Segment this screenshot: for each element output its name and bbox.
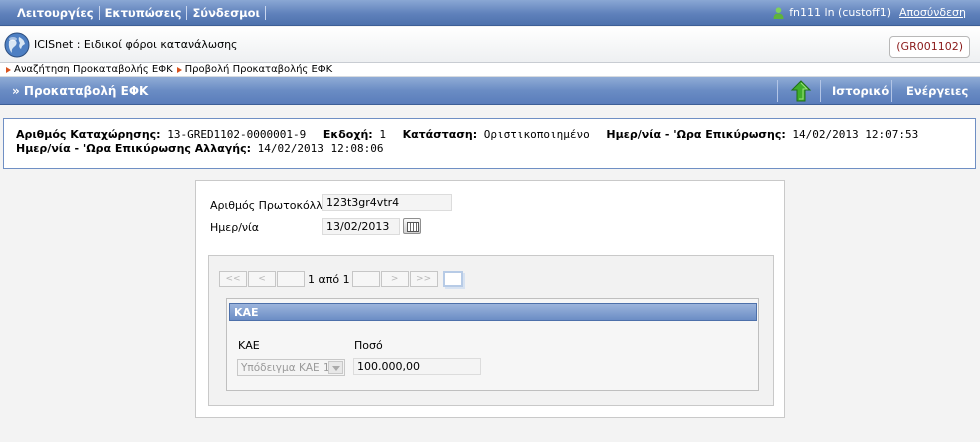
up-arrow-icon[interactable] xyxy=(790,80,812,102)
breadcrumb-search-label: Αναζήτηση Προκαταβολής ΕΦΚ xyxy=(14,64,173,75)
kae-group: ΚΑΕ ΚΑΕ Ποσό Υπόδειγμα ΚΑΕ 1 100.000,00 xyxy=(226,298,759,391)
date-label: Ημερ/νία xyxy=(210,221,260,234)
reg-number-value: 13-GRED1102-0000001-9 xyxy=(167,128,307,141)
page-title: » Προκαταβολή ΕΦΚ xyxy=(12,84,149,98)
toolbar-divider xyxy=(777,80,778,102)
table-view-icon[interactable] xyxy=(442,271,463,287)
user-name: fn111 ln (custoff1) xyxy=(789,6,892,19)
status-value: Οριστικοποιημένο xyxy=(483,128,590,141)
breadcrumb: Αναζήτηση Προκαταβολής ΕΦΚ Προβολή Προκα… xyxy=(0,63,980,77)
kae-select-value: Υπόδειγμα ΚΑΕ 1 xyxy=(241,362,330,374)
page-info: 1 από 1 xyxy=(308,272,350,286)
change-date-value: 14/02/2013 12:08:06 xyxy=(257,142,384,155)
amount-field[interactable]: 100.000,00 xyxy=(353,358,481,375)
kae-column-label: ΚΑΕ xyxy=(238,339,260,352)
first-page-button[interactable]: << xyxy=(219,271,247,287)
breadcrumb-view-label: Προβολή Προκαταβολής ΕΦΚ xyxy=(184,64,333,75)
protocol-number-field[interactable]: 123t3gr4vtr4 xyxy=(322,194,452,211)
calendar-icon[interactable] xyxy=(403,218,421,234)
breadcrumb-arrow-icon xyxy=(176,66,182,73)
breadcrumb-arrow-icon xyxy=(6,66,11,73)
prev-page-button[interactable]: < xyxy=(248,271,276,287)
validation-date-label: Ημερ/νία - 'Ωρα Επικύρωσης: xyxy=(606,128,786,141)
main-form-panel: Αριθμός Πρωτοκόλλου 123t3gr4vtr4 Ημερ/νί… xyxy=(195,180,785,418)
page-input[interactable] xyxy=(277,271,305,287)
kae-section: << < 1 από 1 > >> ΚΑΕ ΚΑΕ Ποσό Υπόδειγμα… xyxy=(208,255,774,406)
menu-operations[interactable]: Λειτουργίες xyxy=(12,6,100,20)
office-code-badge: (GR001102) xyxy=(889,36,970,58)
validation-date-value: 14/02/2013 12:07:53 xyxy=(792,128,919,141)
status-label: Κατάσταση: xyxy=(402,128,478,141)
version-value: 1 xyxy=(379,128,386,141)
menu-links[interactable]: Σύνδεσμοι xyxy=(187,6,267,20)
breadcrumb-search[interactable]: Αναζήτηση Προκαταβολής ΕΦΚ xyxy=(6,64,173,75)
pager: << < 1 από 1 > >> xyxy=(219,271,463,287)
toolbar-divider xyxy=(820,80,821,102)
info-line-2: Ημερ/νία - 'Ωρα Επικύρωσης Αλλαγής: 14/0… xyxy=(16,142,963,156)
user-icon xyxy=(773,6,784,19)
kae-header: ΚΑΕ xyxy=(229,303,757,321)
breadcrumb-view[interactable]: Προβολή Προκαταβολής ΕΦΚ xyxy=(176,64,333,75)
history-button[interactable]: Ιστορικό xyxy=(832,84,889,98)
amount-column-label: Ποσό xyxy=(354,339,383,352)
logout-link[interactable]: Αποσύνδεση xyxy=(899,6,966,19)
protocol-number-label: Αριθμός Πρωτοκόλλου xyxy=(210,199,336,212)
next-page-button[interactable]: > xyxy=(380,271,409,287)
page-count-box xyxy=(351,271,380,287)
date-field[interactable]: 13/02/2013 xyxy=(322,218,400,235)
menu-prints[interactable]: Εκτυπώσεις xyxy=(100,6,188,20)
app-title: ICISnet : Ειδικοί φόροι κατανάλωσης xyxy=(34,38,238,51)
user-area: fn111 ln (custoff1) Αποσύνδεση xyxy=(773,6,966,19)
info-line-1: Αριθμός Καταχώρησης: 13-GRED1102-0000001… xyxy=(16,128,963,142)
kae-select[interactable]: Υπόδειγμα ΚΑΕ 1 xyxy=(237,359,345,376)
last-page-button[interactable]: >> xyxy=(409,271,438,287)
chevron-down-icon xyxy=(328,361,343,374)
change-date-label: Ημερ/νία - 'Ωρα Επικύρωσης Αλλαγής: xyxy=(16,142,252,155)
toolbar-divider xyxy=(891,80,892,102)
main-menu: Λειτουργίες Εκτυπώσεις Σύνδεσμοι xyxy=(12,6,267,20)
page-title-bar: » Προκαταβολή ΕΦΚ Ιστορικό Ενέργειες xyxy=(0,77,980,105)
version-label: Εκδοχή: xyxy=(322,128,373,141)
reg-number-label: Αριθμός Καταχώρησης: xyxy=(16,128,161,141)
actions-button[interactable]: Ενέργειες xyxy=(906,84,968,98)
app-header: ICISnet : Ειδικοί φόροι κατανάλωσης (GR0… xyxy=(0,27,980,63)
top-menu-bar: Λειτουργίες Εκτυπώσεις Σύνδεσμοι fn111 l… xyxy=(0,0,980,26)
record-info-box: Αριθμός Καταχώρησης: 13-GRED1102-0000001… xyxy=(3,118,976,169)
globe-icon xyxy=(4,32,30,58)
